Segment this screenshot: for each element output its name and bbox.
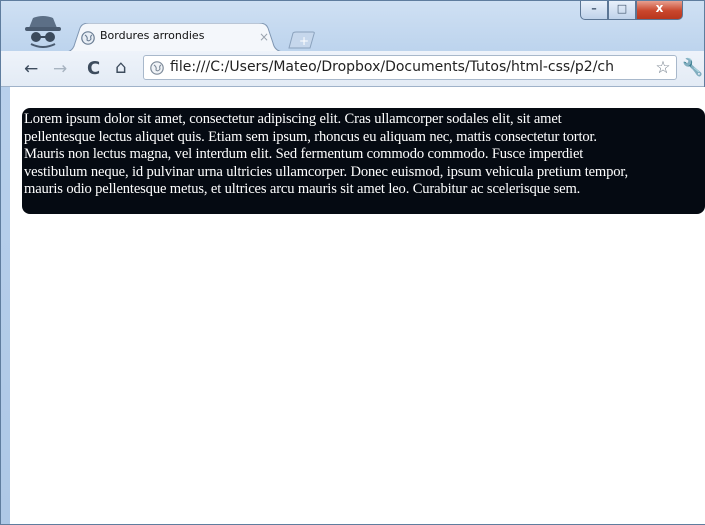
globe-icon: [81, 31, 95, 45]
maximize-icon: □: [616, 2, 628, 15]
minimize-icon: –: [591, 2, 597, 15]
new-tab-plus: +: [299, 34, 309, 48]
rounded-border-box: Lorem ipsum dolor sit amet, consectetur …: [22, 108, 705, 214]
address-bar[interactable]: file:///C:/Users/Mateo/Dropbox/Documents…: [143, 55, 677, 80]
lorem-paragraph: Lorem ipsum dolor sit amet, consectetur …: [24, 111, 705, 199]
forward-button[interactable]: →: [53, 59, 67, 79]
window-controls: – □ x: [580, 1, 702, 21]
back-button[interactable]: ←: [24, 59, 38, 79]
paragraph-line: pellentesque lectus aliquet quis. Etiam …: [24, 128, 597, 145]
browser-window: Bordures arrondies × + – □ x ← → C ⌂ fil…: [0, 0, 705, 525]
title-bar: Bordures arrondies × + – □ x: [1, 1, 704, 52]
new-tab-button[interactable]: +: [287, 31, 317, 49]
paragraph-line: Lorem ipsum dolor sit amet, consectetur …: [24, 111, 562, 127]
incognito-icon: [25, 16, 61, 48]
page-viewport: Lorem ipsum dolor sit amet, consectetur …: [10, 87, 705, 524]
minimize-button[interactable]: –: [580, 1, 608, 20]
bookmark-star-icon[interactable]: ☆: [652, 58, 674, 79]
tab-close-icon[interactable]: ×: [259, 30, 269, 44]
close-button[interactable]: x: [636, 1, 683, 20]
paragraph-line: mauris odio pellentesque metus, et ultri…: [24, 181, 581, 197]
navigation-toolbar: ← → C ⌂ file:///C:/Users/Mateo/Dropbox/D…: [1, 51, 704, 87]
reload-button[interactable]: C: [87, 58, 100, 79]
tab-title: Bordures arrondies: [100, 29, 205, 42]
maximize-button[interactable]: □: [608, 1, 636, 20]
home-button[interactable]: ⌂: [115, 57, 126, 78]
wrench-menu-icon[interactable]: 🔧: [682, 58, 703, 78]
url-text[interactable]: file:///C:/Users/Mateo/Dropbox/Documents…: [170, 59, 614, 75]
paragraph-line: vestibulum neque, id pulvinar urna ultri…: [24, 163, 629, 180]
page-info-icon[interactable]: [150, 61, 164, 75]
close-icon: x: [655, 1, 664, 15]
paragraph-line: Mauris non lectus magna, vel interdum el…: [24, 146, 584, 162]
